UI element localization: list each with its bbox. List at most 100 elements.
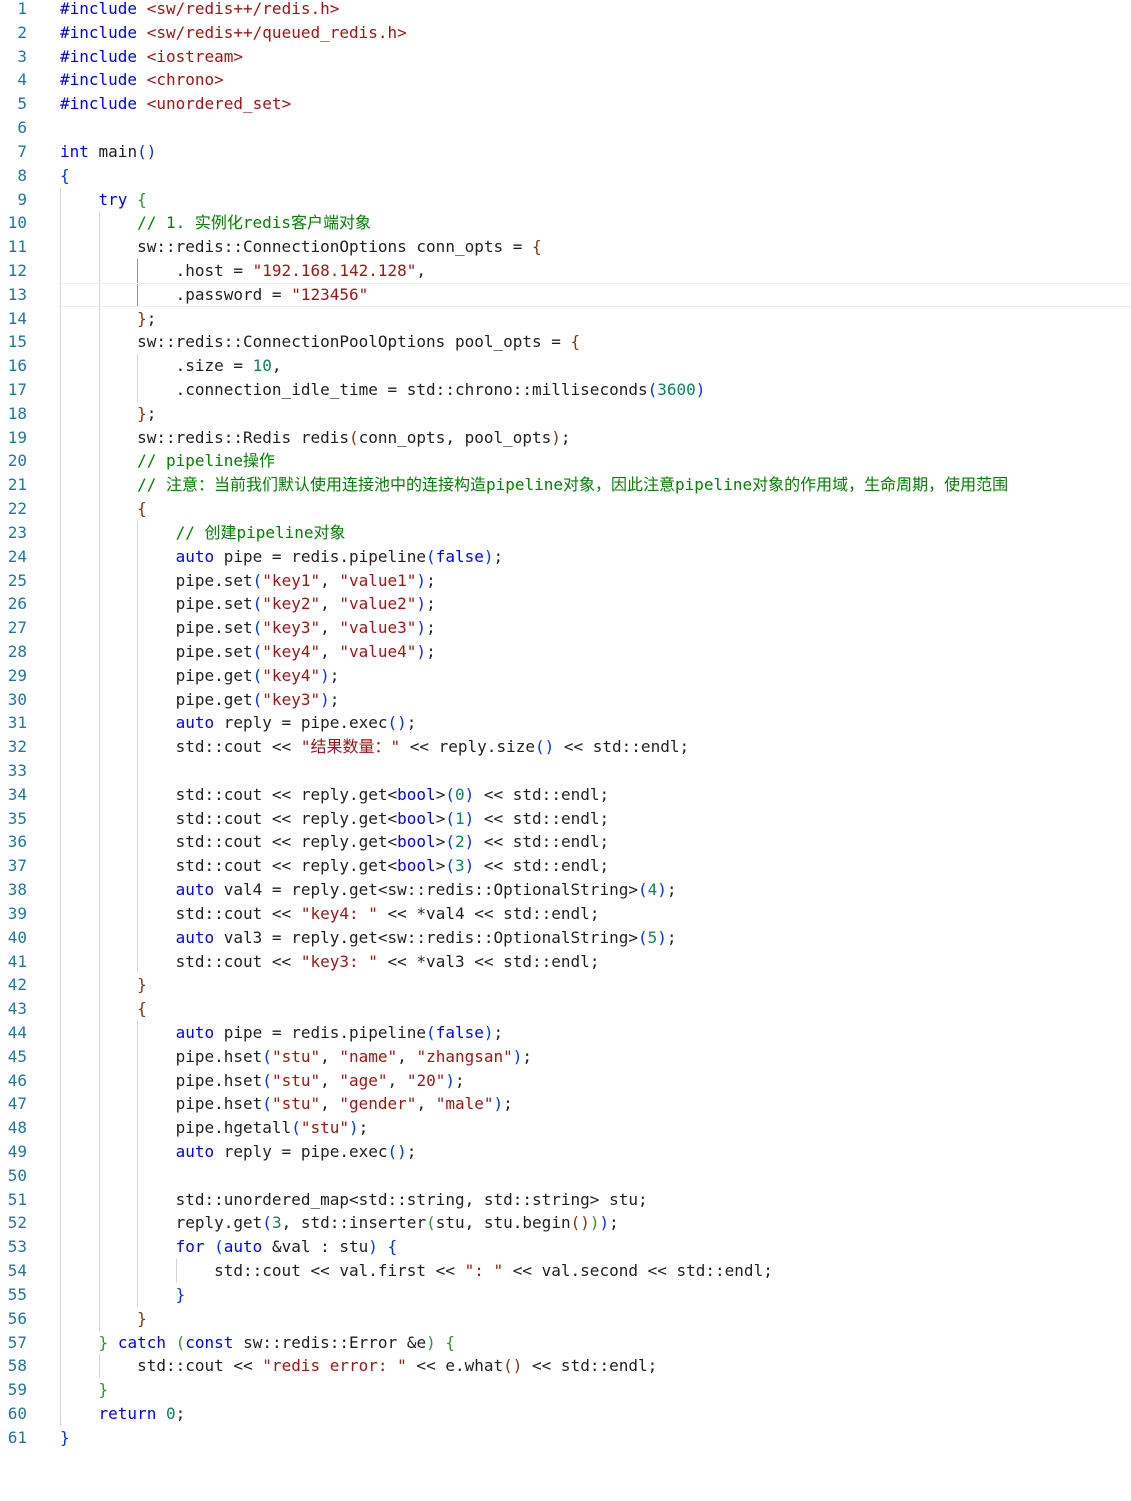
code-line[interactable]: 11 sw::redis::ConnectionOptions conn_opt… [0, 235, 1131, 259]
code-line[interactable]: 44 auto pipe = redis.pipeline(false); [0, 1020, 1131, 1045]
code-line[interactable]: 14 }; [0, 306, 1131, 331]
code-line[interactable]: 35 std::cout << reply.get<bool>(1) << st… [0, 806, 1131, 831]
code-text: std::cout << reply.get<bool>(2) << std::… [60, 830, 610, 854]
code-text: std::cout << "key3: " << *val3 << std::e… [60, 950, 600, 974]
code-token: bool [397, 832, 436, 852]
code-line[interactable]: 47 pipe.hset("stu", "gender", "male"); [0, 1092, 1131, 1117]
code-token: > [435, 832, 446, 852]
code-line[interactable]: 2 #include <sw/redis++/queued_redis.h> [0, 21, 1131, 45]
code-line[interactable]: 27 pipe.set("key3", "value3"); [0, 616, 1131, 640]
code-text: } catch (const sw::redis::Error &e) { [60, 1331, 455, 1355]
code-line[interactable]: 36 std::cout << reply.get<bool>(2) << st… [0, 830, 1131, 855]
code-line[interactable]: 30 pipe.get("key3"); [0, 687, 1131, 712]
code-token: ; [493, 1022, 504, 1042]
line-number: 33 [7, 761, 27, 780]
code-token: "key3" [262, 689, 321, 709]
code-token: "192.168.142.128" [252, 260, 417, 280]
line-number: 45 [7, 1046, 27, 1066]
code-token: auto [175, 713, 215, 733]
code-token: main [88, 141, 138, 161]
code-line[interactable]: 9 try { [0, 187, 1131, 212]
code-line[interactable]: 50 [0, 1163, 1131, 1188]
code-line[interactable]: 6 [0, 116, 1131, 140]
code-token: { [137, 189, 147, 209]
code-line[interactable]: 29 pipe.get("key4"); [0, 663, 1131, 688]
code-line[interactable]: 57 } catch (const sw::redis::Error &e) { [0, 1330, 1131, 1355]
code-line[interactable]: 7 int main() [0, 140, 1131, 164]
code-line[interactable]: 25 pipe.set("key1", "value1"); [0, 568, 1131, 593]
code-line[interactable]: 53 for (auto &val : stu) { [0, 1235, 1131, 1260]
code-line[interactable]: 5 #include <unordered_set> [0, 92, 1131, 116]
code-line[interactable]: 32 std::cout << "结果数量：" << reply.size() … [0, 735, 1131, 759]
code-line[interactable]: 19 sw::redis::Redis redis(conn_opts, poo… [0, 425, 1131, 450]
code-line[interactable]: 42 } [0, 973, 1131, 998]
code-line[interactable]: 37 std::cout << reply.get<bool>(3) << st… [0, 854, 1131, 879]
code-line[interactable]: 17 .connection_idle_time = std::chrono::… [0, 378, 1131, 402]
code-line[interactable]: 10 // 1. 实例化redis客户端对象 [0, 211, 1131, 236]
code-line[interactable]: 39 std::cout << "key4: " << *val4 << std… [0, 901, 1131, 926]
code-line[interactable]: 1 #include <sw/redis++/redis.h> [0, 0, 1131, 21]
code-line[interactable]: 61} [0, 1426, 1131, 1450]
code-text: sw::redis::Redis redis(conn_opts, pool_o… [60, 426, 571, 450]
code-line[interactable]: 22 { [0, 497, 1131, 521]
code-line[interactable]: 26 pipe.set("key2", "value2"); [0, 592, 1131, 617]
code-line[interactable]: 8{ [0, 164, 1131, 188]
code-token: std::cout << reply.get< [60, 856, 398, 876]
code-token: bool [397, 856, 436, 876]
code-token: auto [175, 546, 215, 566]
code-line[interactable]: 12 .host = "192.168.142.128", [0, 258, 1131, 283]
code-line[interactable]: 4 #include <chrono> [0, 68, 1131, 92]
code-line[interactable]: 18 }; [0, 401, 1131, 426]
code-line[interactable]: 45 pipe.hset("stu", "name", "zhangsan"); [0, 1044, 1131, 1069]
code-line[interactable]: 21 // 注意：当前我们默认使用连接池中的连接构造pipeline对象，因此注… [0, 473, 1131, 498]
code-text: } [60, 1307, 147, 1331]
code-line[interactable]: 15 sw::redis::ConnectionPoolOptions pool… [0, 330, 1131, 355]
code-token: ; [329, 665, 340, 685]
code-token: 3 [271, 1213, 282, 1233]
code-line[interactable]: 31 auto reply = pipe.exec(); [0, 711, 1131, 736]
code-token: #include [60, 22, 147, 42]
code-line[interactable]: 48 pipe.hgetall("stu"); [0, 1116, 1131, 1140]
code-token: "male" [435, 1094, 494, 1114]
code-token: 3 [454, 856, 465, 876]
code-token: ( [252, 594, 263, 614]
code-text: #include <sw/redis++/queued_redis.h> [60, 21, 407, 45]
code-line[interactable]: 20 // pipeline操作 [0, 449, 1131, 474]
code-line[interactable]: 46 pipe.hset("stu", "age", "20"); [0, 1068, 1131, 1093]
code-line[interactable]: 51 std::unordered_map<std::string, std::… [0, 1187, 1131, 1212]
code-token: << reply.size [400, 737, 535, 757]
code-line[interactable]: 56 } [0, 1306, 1131, 1331]
code-line[interactable]: 55 } [0, 1282, 1131, 1307]
code-line[interactable]: 34 std::cout << reply.get<bool>(0) << st… [0, 782, 1131, 807]
code-line[interactable]: 40 auto val3 = reply.get<sw::redis::Opti… [0, 925, 1131, 950]
code-line[interactable]: 59 } [0, 1378, 1131, 1402]
code-line[interactable]: 60 return 0; [0, 1401, 1131, 1426]
code-line[interactable]: 28 pipe.set("key4", "value4"); [0, 639, 1131, 664]
code-token: for [175, 1237, 205, 1257]
code-token: { [570, 332, 581, 352]
code-token: 3600 [657, 380, 696, 399]
code-line[interactable]: 33 [0, 759, 1131, 783]
code-line[interactable]: 16 .size = 10, [0, 354, 1131, 378]
code-token: "stu" [271, 1094, 321, 1114]
code-line[interactable]: 3 #include <iostream> [0, 45, 1131, 69]
code-line[interactable]: 41 std::cout << "key3: " << *val3 << std… [0, 949, 1131, 974]
code-line[interactable]: 49 auto reply = pipe.exec(); [0, 1140, 1131, 1164]
code-line[interactable]: 24 auto pipe = redis.pipeline(false); [0, 544, 1131, 569]
code-line[interactable]: 54 std::cout << val.first << ": " << val… [0, 1259, 1131, 1283]
line-number: 10 [7, 213, 27, 233]
line-number: 14 [7, 308, 27, 328]
code-line[interactable]: 38 auto val4 = reply.get<sw::redis::Opti… [0, 878, 1131, 902]
line-number: 57 [7, 1332, 27, 1352]
code-text: { [60, 497, 147, 521]
code-line[interactable]: 58 std::cout << "redis error: " << e.wha… [0, 1354, 1131, 1379]
code-token: "age" [339, 1070, 388, 1090]
code-line[interactable]: 43 { [0, 997, 1131, 1021]
code-line[interactable]: 13 .password = "123456" [0, 282, 1131, 307]
code-line[interactable]: 52 reply.get(3, std::inserter(stu, stu.b… [0, 1211, 1131, 1236]
code-line[interactable]: 23 // 创建pipeline对象 [0, 520, 1131, 545]
code-token: { [387, 1237, 398, 1257]
code-editor[interactable]: 1 #include <sw/redis++/redis.h> 2 #include … [0, 0, 1131, 1450]
